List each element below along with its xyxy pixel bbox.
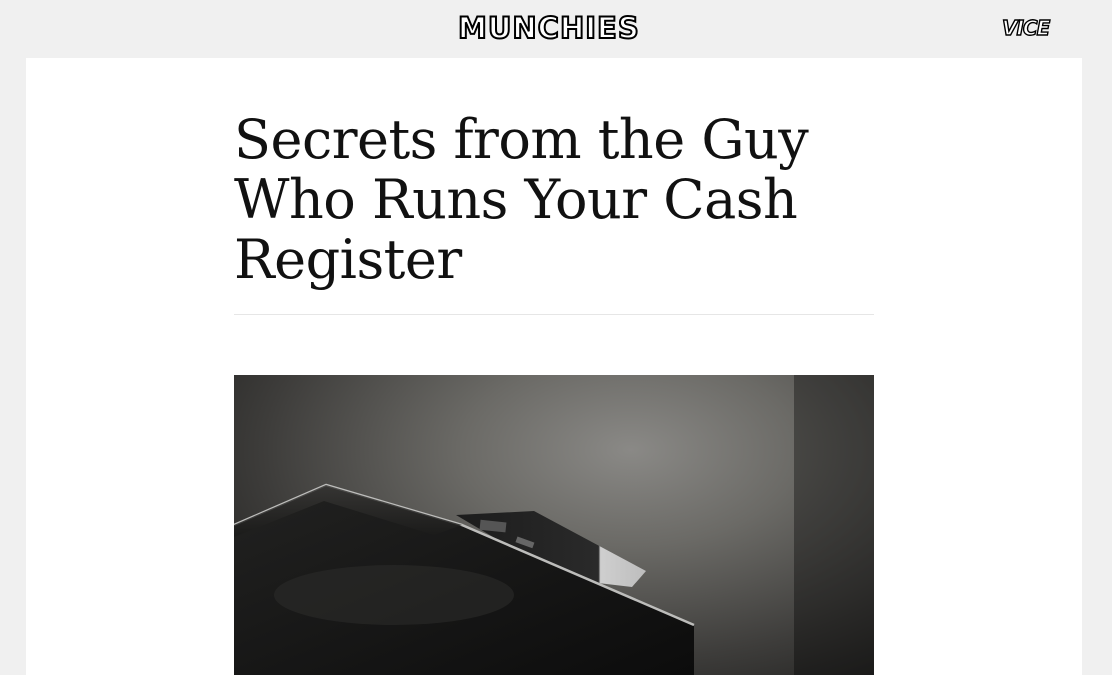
headline-divider	[234, 314, 874, 315]
munchies-logo[interactable]: MUNCHIES	[457, 11, 640, 45]
article-container: Secrets from the Guy Who Runs Your Cash …	[26, 58, 1082, 675]
article-headline: Secrets from the Guy Who Runs Your Cash …	[234, 108, 809, 291]
wallet-with-credit-card-photo	[234, 375, 874, 675]
site-header: MUNCHIES VICE	[0, 0, 1112, 58]
hero-image	[234, 375, 874, 675]
vice-logo[interactable]: VICE	[1001, 14, 1051, 42]
